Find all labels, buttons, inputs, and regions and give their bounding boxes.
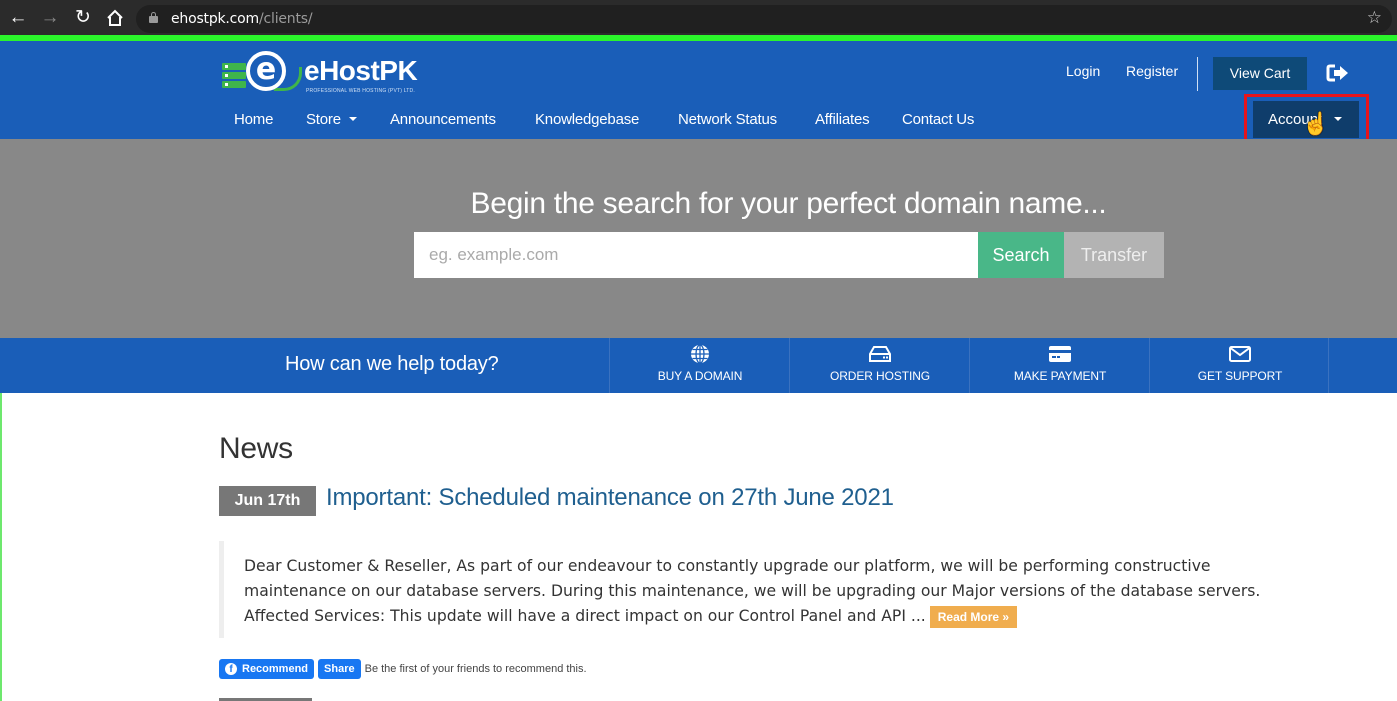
search-button[interactable]: Search: [978, 232, 1064, 278]
arrow-left-icon[interactable]: ←: [6, 6, 30, 30]
logo-brand: eHostPK: [304, 55, 418, 86]
facebook-social-text: Be the first of your friends to recommen…: [364, 663, 587, 675]
news-item-excerpt: Dear Customer & Reseller, As part of our…: [219, 541, 1319, 638]
nav-knowledgebase[interactable]: Knowledgebase: [535, 111, 639, 128]
buy-domain-link[interactable]: BUY A DOMAIN: [609, 338, 789, 393]
help-bar: How can we help today? BUY A DOMAIN ORDE…: [0, 338, 1397, 393]
make-payment-link[interactable]: MAKE PAYMENT: [969, 338, 1149, 393]
facebook-share-button[interactable]: Share: [318, 659, 361, 679]
order-hosting-label: ORDER HOSTING: [829, 369, 931, 383]
nav-affiliates[interactable]: Affiliates: [815, 111, 870, 128]
address-bar[interactable]: ehostpk.com/clients/ ☆: [136, 5, 1392, 33]
recommend-label: Recommend: [242, 663, 309, 675]
get-support-label: GET SUPPORT: [1197, 369, 1283, 383]
domain-search-input[interactable]: [414, 232, 978, 278]
order-hosting-link[interactable]: ORDER HOSTING: [789, 338, 969, 393]
credit-card-icon: [1048, 344, 1072, 364]
excerpt-line: maintenance on our database servers. Dur…: [244, 582, 1261, 600]
site-logo[interactable]: e eHostPK PROFESSIONAL WEB HOSTING (PVT)…: [222, 49, 422, 95]
login-link[interactable]: Login: [1066, 63, 1100, 79]
view-cart-button[interactable]: View Cart: [1213, 57, 1307, 90]
caret-down-icon: [348, 117, 357, 122]
excerpt-line: Dear Customer & Reseller, As part of our…: [244, 557, 1211, 575]
facebook-icon: f: [225, 663, 237, 675]
news-heading: News: [219, 432, 293, 465]
url-text: ehostpk.com/clients/: [171, 11, 313, 27]
header-divider: [1197, 57, 1198, 91]
home-icon[interactable]: [103, 6, 127, 30]
news-date-badge: Jun 17th: [219, 486, 316, 516]
facebook-recommend-button[interactable]: f Recommend: [219, 659, 315, 679]
nav-store[interactable]: Store: [306, 111, 357, 128]
star-icon[interactable]: ☆: [1367, 8, 1382, 28]
lock-icon: [149, 12, 158, 23]
hero-title: Begin the search for your perfect domain…: [470, 187, 1107, 220]
news-item-title-link[interactable]: Important: Scheduled maintenance on 27th…: [326, 484, 894, 512]
hdd-icon: [868, 344, 892, 364]
hand-cursor-icon: ☝: [1302, 111, 1330, 136]
nav-contact-us[interactable]: Contact Us: [902, 111, 974, 128]
read-more-button[interactable]: Read More »: [929, 605, 1018, 628]
get-support-link[interactable]: GET SUPPORT: [1149, 338, 1329, 393]
envelope-icon: [1228, 344, 1252, 364]
domain-search-hero: Begin the search for your perfect domain…: [0, 139, 1397, 338]
excerpt-line: Affected Services: This update will have…: [244, 604, 1319, 629]
excerpt-line-text: Affected Services: This update will have…: [244, 607, 926, 625]
make-payment-label: MAKE PAYMENT: [1013, 369, 1107, 383]
help-question: How can we help today?: [285, 353, 499, 375]
nav-announcements[interactable]: Announcements: [390, 111, 496, 128]
arrow-right-icon[interactable]: →: [38, 6, 62, 30]
reload-icon[interactable]: ↻: [71, 6, 95, 30]
server-icon: [222, 63, 246, 70]
server-icon: [222, 81, 246, 88]
nav-store-label: Store: [306, 111, 341, 128]
nav-home[interactable]: Home: [234, 111, 273, 128]
browser-toolbar: ← → ↻ ehostpk.com/clients/ ☆: [0, 0, 1397, 35]
globe-icon: [688, 344, 712, 364]
logo-e-mark: e: [246, 51, 286, 91]
nav-network-status[interactable]: Network Status: [678, 111, 777, 128]
transfer-button[interactable]: Transfer: [1064, 232, 1164, 278]
sign-out-icon[interactable]: [1326, 63, 1350, 83]
buy-domain-label: BUY A DOMAIN: [657, 369, 743, 383]
server-icon: [222, 72, 246, 79]
facebook-widget: f Recommend Share Be the first of your f…: [219, 659, 587, 679]
register-link[interactable]: Register: [1126, 63, 1178, 79]
logo-tagline: PROFESSIONAL WEB HOSTING (PVT) LTD.: [306, 88, 415, 94]
site-header: e eHostPK PROFESSIONAL WEB HOSTING (PVT)…: [0, 41, 1397, 139]
